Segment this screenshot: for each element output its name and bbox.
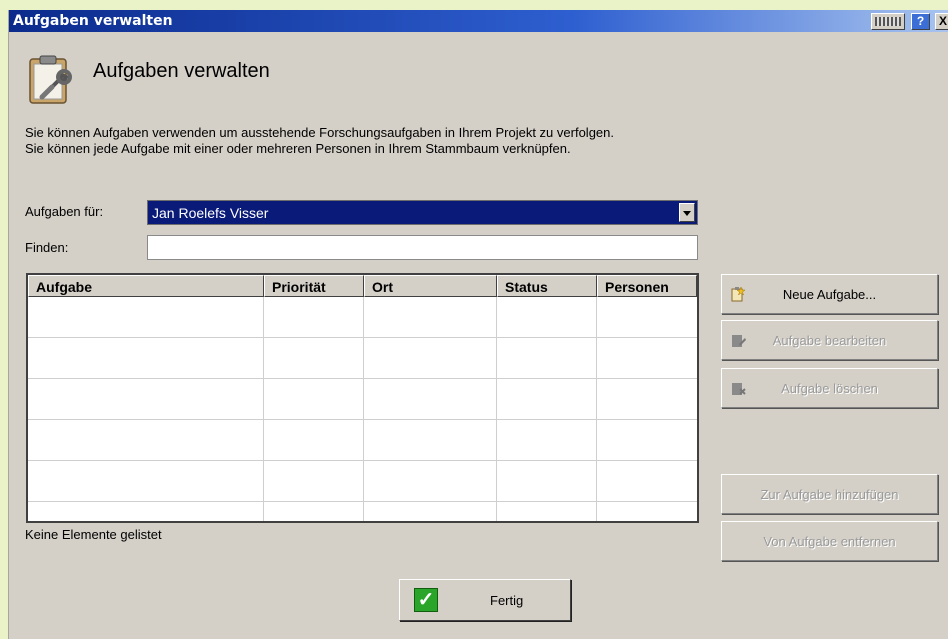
status-text: Keine Elemente gelistet [25,527,162,542]
tasks-for-select[interactable]: Jan Roelefs Visser [147,200,698,225]
table-cell [497,502,597,521]
check-icon: ✓ [414,588,438,612]
title-bar: Aufgaben verwalten ? X [9,10,948,32]
table-cell [264,297,364,338]
table-cell [497,297,597,338]
add-to-task-label: Zur Aufgabe hinzufügen [760,487,899,502]
table-cell [597,420,697,461]
chevron-down-icon[interactable] [679,203,695,222]
table-cell [364,379,497,420]
table-cell [28,502,264,521]
table-cell [597,297,697,338]
column-header-priority[interactable]: Priorität [264,275,364,297]
table-cell [364,338,497,379]
table-cell [28,297,264,338]
table-cell [497,461,597,502]
remove-from-task-button[interactable]: Von Aufgabe entfernen [721,521,938,561]
table-cell [364,461,497,502]
task-table[interactable]: Aufgabe Priorität Ort Status Personen [26,273,699,523]
table-cell [264,420,364,461]
table-header: Aufgabe Priorität Ort Status Personen [28,275,697,297]
table-row[interactable] [28,461,697,502]
table-cell [264,338,364,379]
remove-from-task-label: Von Aufgabe entfernen [763,534,896,549]
table-row[interactable] [28,502,697,521]
column-header-persons[interactable]: Personen [597,275,697,297]
delete-task-label: Aufgabe löschen [781,381,878,396]
add-to-task-button[interactable]: Zur Aufgabe hinzufügen [721,474,938,514]
table-cell [597,338,697,379]
table-cell [497,379,597,420]
table-cell [264,502,364,521]
done-button[interactable]: ✓ Fertig [399,579,571,621]
keyboard-icon[interactable] [871,13,905,30]
new-task-label: Neue Aufgabe... [782,287,877,302]
description: Sie können Aufgaben verwenden um aussteh… [25,125,925,157]
column-header-task[interactable]: Aufgabe [28,275,264,297]
edit-task-button[interactable]: Aufgabe bearbeiten [721,320,938,360]
page-title: Aufgaben verwalten [93,60,270,82]
table-cell [364,297,497,338]
table-cell [364,420,497,461]
find-label: Finden: [25,240,69,255]
tasks-for-value: Jan Roelefs Visser [152,205,269,221]
table-cell [597,461,697,502]
table-cell [264,461,364,502]
window-title: Aufgaben verwalten [13,13,173,29]
table-cell [28,461,264,502]
task-manager-window: Aufgaben verwalten ? X Aufgaben verwalte… [8,10,948,639]
column-header-status[interactable]: Status [497,275,597,297]
table-cell [28,338,264,379]
table-cell [364,502,497,521]
table-cell [597,502,697,521]
table-cell [28,379,264,420]
table-cell [497,420,597,461]
description-line-2: Sie können jede Aufgabe mit einer oder m… [25,141,571,156]
table-row[interactable] [28,297,697,338]
table-row[interactable] [28,379,697,420]
find-input[interactable] [147,235,698,260]
delete-task-button[interactable]: Aufgabe löschen [721,368,938,408]
tasks-for-label: Aufgaben für: [25,204,104,219]
table-row[interactable] [28,338,697,379]
clipboard-wrench-icon [29,55,72,104]
table-cell [264,379,364,420]
done-label: Fertig [490,593,524,608]
table-row[interactable] [28,420,697,461]
edit-task-label: Aufgabe bearbeiten [772,333,887,348]
description-line-1: Sie können Aufgaben verwenden um aussteh… [25,125,614,140]
help-button[interactable]: ? [911,13,930,30]
close-button[interactable]: X [935,13,948,30]
new-task-button[interactable]: Neue Aufgabe... [721,274,938,314]
column-header-location[interactable]: Ort [364,275,497,297]
table-cell [28,420,264,461]
table-cell [597,379,697,420]
table-cell [497,338,597,379]
